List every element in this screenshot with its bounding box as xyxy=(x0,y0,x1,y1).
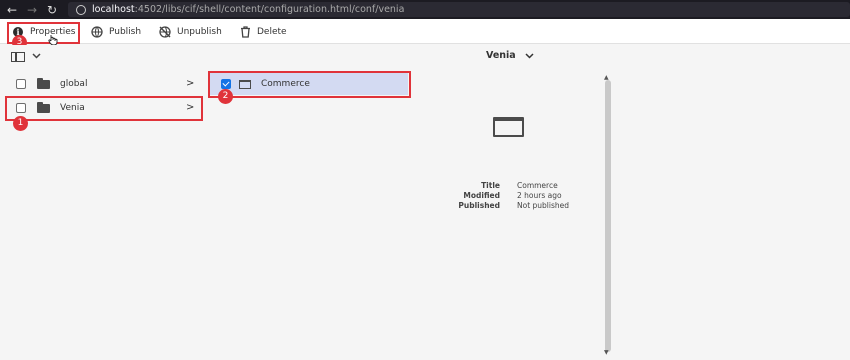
forward-icon[interactable]: → xyxy=(24,3,40,17)
trash-icon xyxy=(239,25,251,38)
page-preview-icon xyxy=(493,117,524,137)
scrollbar[interactable] xyxy=(605,80,611,352)
delete-label: Delete xyxy=(257,26,287,37)
meta-title-value: Commerce xyxy=(517,181,558,190)
highlight-venia xyxy=(5,96,203,121)
publish-button[interactable]: Publish xyxy=(91,19,141,44)
delete-button[interactable]: Delete xyxy=(239,19,287,44)
browser-toolbar: ← → ↻ localhost:4502/libs/cif/shell/cont… xyxy=(0,0,850,19)
unpublish-button[interactable]: Unpublish xyxy=(159,19,222,44)
site-info-icon[interactable] xyxy=(76,4,86,15)
checkbox[interactable] xyxy=(16,79,26,89)
meta-modified-key: Modified xyxy=(463,191,500,200)
globe-icon xyxy=(91,25,103,38)
url-host: localhost xyxy=(92,4,135,15)
annotation-badge-1: 1 xyxy=(13,116,28,131)
action-bar: i Properties Publish Unpublish Delete xyxy=(0,19,850,44)
url-text: localhost:4502/libs/cif/shell/content/co… xyxy=(92,4,404,15)
chevron-right-icon[interactable]: > xyxy=(186,78,194,89)
page-title[interactable]: Venia xyxy=(486,50,534,61)
scroll-down-icon[interactable]: ▼ xyxy=(604,349,609,356)
url-path: :4502/libs/cif/shell/content/configurati… xyxy=(134,4,405,15)
rail-toggle-icon[interactable] xyxy=(11,52,25,62)
meta-modified-value: 2 hours ago xyxy=(517,191,562,200)
view-bar xyxy=(0,45,850,71)
address-bar[interactable]: localhost:4502/libs/cif/shell/content/co… xyxy=(68,2,850,17)
folder-icon xyxy=(37,77,50,89)
meta-published-value: Not published xyxy=(517,201,570,210)
reload-icon[interactable]: ↻ xyxy=(44,3,60,17)
item-label: global xyxy=(60,79,88,89)
title-chevron-icon xyxy=(525,52,534,59)
highlight-commerce xyxy=(208,71,411,98)
meta-published-key: Published xyxy=(458,201,500,210)
back-icon[interactable]: ← xyxy=(4,3,20,17)
publish-label: Publish xyxy=(109,26,142,37)
unpublish-label: Unpublish xyxy=(177,26,222,37)
globe-off-icon xyxy=(159,25,171,38)
column-item-global[interactable]: global > xyxy=(16,73,201,95)
meta-title-key: Title xyxy=(481,181,500,190)
annotation-badge-2: 2 xyxy=(218,89,233,104)
chevron-down-icon[interactable] xyxy=(32,52,41,62)
